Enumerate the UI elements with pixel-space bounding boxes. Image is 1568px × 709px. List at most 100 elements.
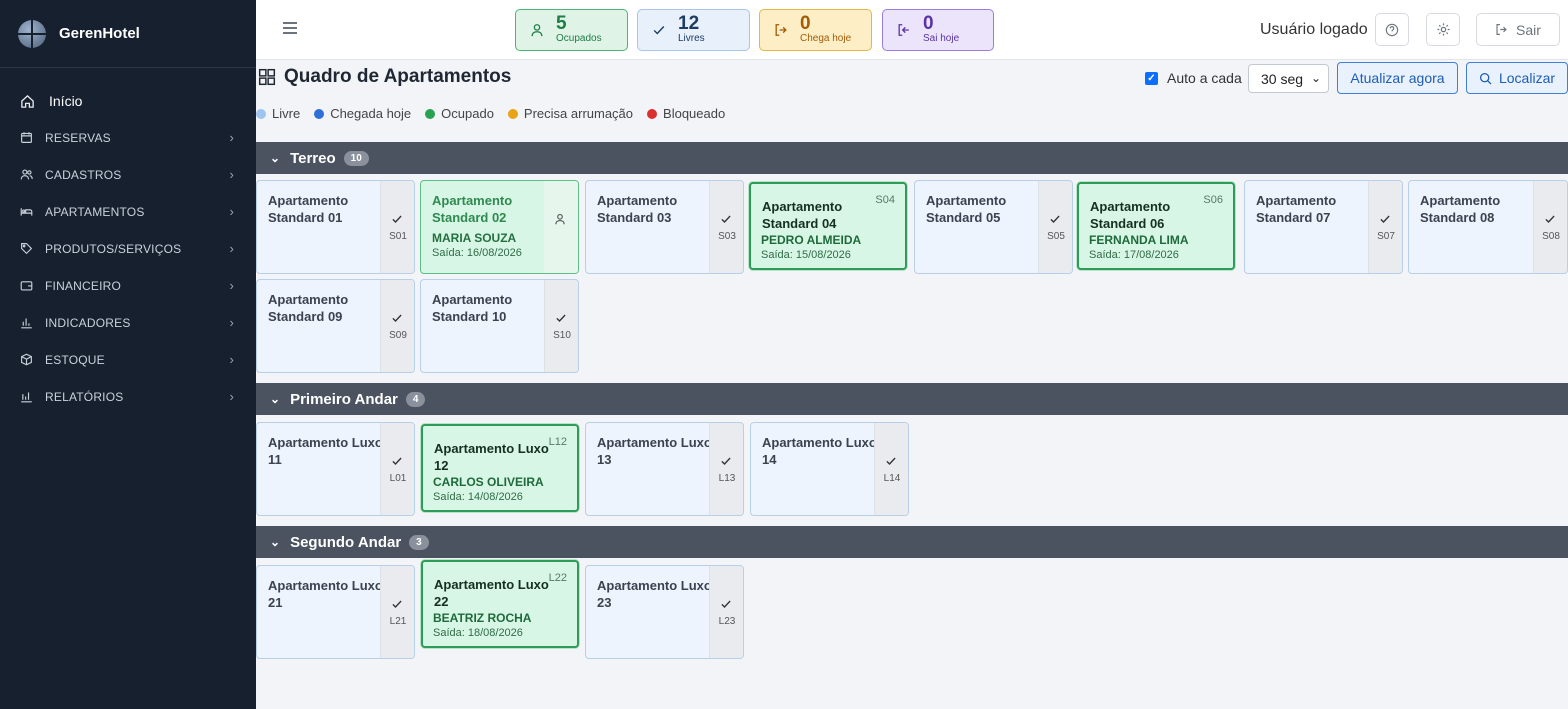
check-icon: [721, 457, 731, 465]
section-header-segundo-andar[interactable]: ⌄ Segundo Andar 3: [256, 526, 1568, 558]
grid-icon: [258, 68, 276, 86]
room-name: Apartamento Standard 10: [432, 292, 513, 324]
section-title: Segundo Andar: [290, 533, 402, 551]
room-card-l23[interactable]: Apartamento Luxo 23 L23: [585, 565, 744, 659]
refresh-interval-select[interactable]: 30 seg ⌄: [1248, 64, 1329, 93]
sidebar-item-financeiro[interactable]: FINANCEIRO ›: [0, 267, 256, 304]
check-icon: [1050, 215, 1060, 223]
chevron-down-icon: ⌄: [270, 151, 281, 165]
room-card-s05[interactable]: Apartamento Standard 05 S05: [914, 180, 1073, 274]
room-name: Apartamento Luxo 23: [597, 578, 712, 610]
room-code: L23: [718, 616, 736, 627]
sidebar-item-home[interactable]: Início: [0, 83, 256, 119]
gear-icon: [1436, 23, 1450, 36]
chevron-down-icon: ⌄: [1310, 71, 1321, 85]
logout-icon: [1496, 24, 1507, 35]
room-card-s01[interactable]: Apartamento Standard 01 S01: [256, 180, 415, 274]
stat-value: 0: [923, 13, 934, 34]
room-card-l14[interactable]: Apartamento Luxo 14 L14: [750, 422, 909, 516]
room-card-l12[interactable]: Apartamento Luxo 12 L12 CARLOS OLIVEIRA …: [421, 424, 579, 512]
sidebar-item-apartamentos[interactable]: APARTAMENTOS ›: [0, 193, 256, 230]
stat-occupied[interactable]: 5 Ocupados: [515, 9, 628, 51]
sidebar-item-relatorios[interactable]: RELATÓRIOS ›: [0, 378, 256, 415]
section-header-terreo[interactable]: ⌄ Terreo 10: [256, 142, 1568, 174]
stat-value: 5: [556, 13, 567, 34]
room-code: L12: [548, 436, 567, 448]
room-code: L22: [548, 572, 567, 584]
auto-refresh-checkbox[interactable]: ✓: [1145, 71, 1158, 85]
room-card-l22[interactable]: Apartamento Luxo 22 L22 BEATRIZ ROCHA Sa…: [421, 560, 579, 648]
question-circle-icon: [1385, 23, 1399, 36]
room-code: S05: [1047, 231, 1065, 242]
search-icon: [1479, 72, 1492, 84]
room-status-strip: L01: [380, 423, 414, 515]
sidebar-item-reservas[interactable]: RESERVAS ›: [0, 119, 256, 156]
room-card-s08[interactable]: Apartamento Standard 08 S08: [1408, 180, 1568, 274]
room-card-l11[interactable]: Apartamento Luxo 11 L01: [256, 422, 415, 516]
room-name: Apartamento Standard 09: [268, 292, 349, 324]
calendar-icon: [21, 132, 32, 143]
section-count-badge: 4: [405, 391, 426, 407]
report-icon: [21, 392, 32, 403]
room-status-strip: S10: [544, 280, 578, 372]
section-count-badge: 10: [343, 150, 369, 166]
guest-name: MARIA SOUZA: [432, 231, 517, 245]
box-icon: [21, 353, 32, 366]
room-name: Apartamento Standard 03: [597, 193, 678, 225]
sidebar-item-produtos[interactable]: PRODUTOS/SERVIÇOS ›: [0, 230, 256, 267]
room-card-s07[interactable]: Apartamento Standard 07 S07: [1244, 180, 1403, 274]
room-status-strip: L21: [380, 566, 414, 658]
legend-label: Livre: [272, 106, 301, 121]
logout-button[interactable]: Sair: [1476, 13, 1560, 46]
stat-free[interactable]: 12 Livres: [637, 9, 750, 51]
room-card-s03[interactable]: Apartamento Standard 03 S03: [585, 180, 744, 274]
auto-refresh-toggle[interactable]: ✓ Auto a cada: [1145, 70, 1242, 86]
room-status-strip: L13: [709, 423, 743, 515]
sidebar-item-indicadores[interactable]: INDICADORES ›: [0, 304, 256, 341]
room-card-s10[interactable]: Apartamento Standard 10 S10: [420, 279, 579, 373]
legend-item: Ocupado: [425, 106, 494, 121]
legend-dot: [425, 108, 436, 119]
page-title: Quadro de Apartamentos: [258, 66, 511, 88]
room-name: Apartamento Luxo 14: [762, 435, 877, 467]
logout-label: Sair: [1516, 21, 1541, 38]
search-button[interactable]: Localizar: [1466, 62, 1568, 94]
sidebar-item-cadastros[interactable]: CADASTROS ›: [0, 156, 256, 193]
stat-departures[interactable]: 0 Sai hoje: [882, 9, 994, 51]
room-card-l13[interactable]: Apartamento Luxo 13 L13: [585, 422, 744, 516]
room-name: Apartamento Luxo 12: [434, 441, 549, 473]
status-legend: Livre Chegada hoje Ocupado Precisa arrum…: [256, 106, 739, 121]
room-card-s09[interactable]: Apartamento Standard 09 S09: [256, 279, 415, 373]
check-icon: [1545, 215, 1555, 223]
room-code: S06: [1203, 194, 1223, 206]
users-icon: [20, 169, 33, 180]
menu-toggle-icon[interactable]: [283, 22, 297, 34]
room-name: Apartamento Luxo 11: [268, 435, 383, 467]
room-card-s06[interactable]: Apartamento Standard 06 S06 FERNANDA LIM…: [1077, 182, 1235, 270]
sidebar-item-estoque[interactable]: ESTOQUE ›: [0, 341, 256, 378]
section-header-primeiro-andar[interactable]: ⌄ Primeiro Andar 4: [256, 383, 1568, 415]
section-title: Terreo: [290, 149, 336, 167]
room-code: L21: [389, 616, 407, 627]
room-status-strip: S03: [709, 181, 743, 273]
stat-label: Sai hoje: [923, 33, 960, 44]
help-button[interactable]: [1375, 13, 1409, 46]
person-icon: [555, 213, 565, 225]
check-icon: [392, 314, 402, 322]
legend-item: Bloqueado: [647, 106, 725, 121]
brand[interactable]: GerenHotel: [0, 0, 256, 68]
room-card-s02[interactable]: Apartamento Standard 02 MARIA SOUZA Saíd…: [420, 180, 579, 274]
room-card-l21[interactable]: Apartamento Luxo 21 L21: [256, 565, 415, 659]
room-status-strip: [544, 181, 578, 273]
globe-logo-icon: [18, 19, 46, 48]
bed-icon: [20, 208, 33, 216]
sidebar-item-label: CADASTROS: [45, 167, 122, 182]
section-title: Primeiro Andar: [290, 390, 398, 408]
refresh-now-button[interactable]: Atualizar agora: [1337, 62, 1458, 94]
room-name: Apartamento Standard 08: [1420, 193, 1501, 225]
settings-button[interactable]: [1426, 13, 1460, 46]
legend-dot: [647, 108, 658, 119]
check-icon: [653, 26, 665, 35]
room-card-s04[interactable]: Apartamento Standard 04 S04 PEDRO ALMEID…: [749, 182, 907, 270]
stat-arrivals[interactable]: 0 Chega hoje: [759, 9, 872, 51]
